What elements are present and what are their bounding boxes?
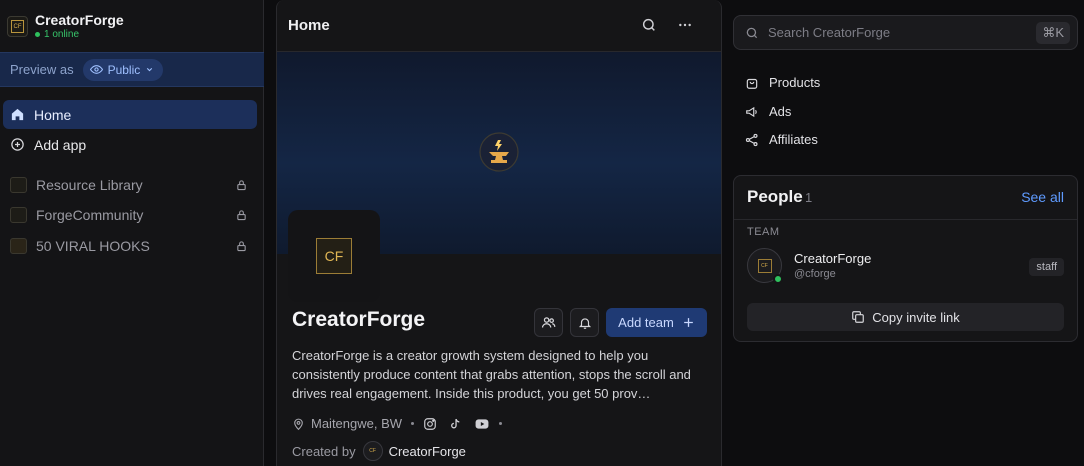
manage-members-button[interactable] <box>534 308 563 337</box>
people-card: People 1 See all TEAM CF CreatorForge @c… <box>733 175 1078 342</box>
copy-icon <box>851 310 865 324</box>
online-dot-icon <box>35 32 40 37</box>
app-thumbnail <box>10 237 27 254</box>
member-name[interactable]: CreatorForge <box>794 251 871 266</box>
tiktok-icon[interactable] <box>449 417 462 431</box>
link-ads[interactable]: Ads <box>745 104 791 119</box>
app-thumbnail <box>10 206 27 223</box>
add-team-button[interactable]: Add team <box>606 308 707 337</box>
search-input[interactable]: Search CreatorForge <box>768 25 890 40</box>
role-badge: staff <box>1029 258 1064 276</box>
preview-as-bar: Preview as Public <box>0 52 264 87</box>
profile-avatar: CF <box>288 210 380 302</box>
profile-meta: Maitengwe, BW <box>292 416 511 431</box>
chevron-down-icon <box>145 65 154 74</box>
right-panel: Search CreatorForge ⌘K Products Ads Affi… <box>733 0 1078 466</box>
location-pin-icon <box>292 417 305 431</box>
youtube-icon[interactable] <box>474 417 490 431</box>
member-handle: @cforge <box>794 268 836 280</box>
link-affiliates[interactable]: Affiliates <box>745 132 818 147</box>
profile-name: CreatorForge <box>292 308 426 331</box>
creator-name[interactable]: CreatorForge <box>389 444 466 459</box>
workspace-switcher[interactable]: CF CreatorForge 1 online <box>7 12 124 41</box>
workspace-logo: CF <box>7 16 28 37</box>
people-title: People <box>747 187 803 206</box>
search-icon <box>745 26 759 40</box>
copy-invite-link-button[interactable]: Copy invite link <box>747 303 1064 331</box>
preview-as-label: Preview as <box>10 62 74 77</box>
home-icon <box>10 107 25 122</box>
people-count: 1 <box>805 190 813 205</box>
sidebar-item-add-app[interactable]: Add app <box>3 130 257 159</box>
creator-avatar[interactable]: CF <box>362 441 383 461</box>
anvil-logo-icon <box>477 130 521 174</box>
plus-icon <box>682 316 695 329</box>
main-panel: Home CF CreatorForge Add team CreatorFor… <box>276 0 722 466</box>
visibility-dropdown[interactable]: Public <box>82 58 164 81</box>
visibility-value: Public <box>107 62 141 77</box>
sidebar-item-resource-library[interactable]: Resource Library <box>3 170 257 199</box>
lock-icon <box>236 209 247 221</box>
sidebar-item-label: Resource Library <box>36 176 143 193</box>
share-icon <box>745 133 759 147</box>
page-title: Home <box>288 17 330 34</box>
main-header: Home <box>277 0 721 52</box>
lock-icon <box>236 240 247 252</box>
sidebar-item-label: ForgeCommunity <box>36 206 144 223</box>
workspace-name: CreatorForge <box>35 12 124 28</box>
location-text: Maitengwe, BW <box>311 416 403 431</box>
created-by: Created by CF CreatorForge <box>292 441 466 461</box>
app-thumbnail <box>10 176 27 193</box>
eye-icon <box>89 63 103 76</box>
online-status-icon <box>773 274 783 284</box>
bag-icon <box>745 76 759 90</box>
search-icon[interactable] <box>641 17 657 33</box>
sidebar-item-50-viral-hooks[interactable]: 50 VIRAL HOOKS <box>3 231 257 260</box>
profile-description: CreatorForge is a creator growth system … <box>292 348 691 401</box>
search-shortcut: ⌘K <box>1036 22 1070 44</box>
see-all-link[interactable]: See all <box>1021 189 1064 205</box>
users-icon <box>541 315 556 330</box>
plus-circle-icon <box>10 137 25 152</box>
more-options-icon[interactable] <box>677 17 693 33</box>
sidebar-item-home[interactable]: Home <box>3 100 257 129</box>
online-count: 1 online <box>35 28 124 41</box>
notifications-button[interactable] <box>570 308 599 337</box>
lock-icon <box>236 179 247 191</box>
search-bar[interactable]: Search CreatorForge ⌘K <box>733 15 1078 50</box>
instagram-icon[interactable] <box>423 417 437 431</box>
bell-icon <box>578 316 592 330</box>
sidebar-item-forge-community[interactable]: ForgeCommunity <box>3 200 257 229</box>
team-section-label: TEAM <box>747 226 780 238</box>
sidebar-item-label: Home <box>34 106 72 123</box>
sidebar-item-label: 50 VIRAL HOOKS <box>36 237 150 254</box>
sidebar-item-label: Add app <box>34 136 87 153</box>
megaphone-icon <box>745 105 759 119</box>
link-products[interactable]: Products <box>745 75 820 90</box>
left-sidebar: CF CreatorForge 1 online Preview as Publ… <box>0 0 264 466</box>
created-by-label: Created by <box>292 443 356 459</box>
